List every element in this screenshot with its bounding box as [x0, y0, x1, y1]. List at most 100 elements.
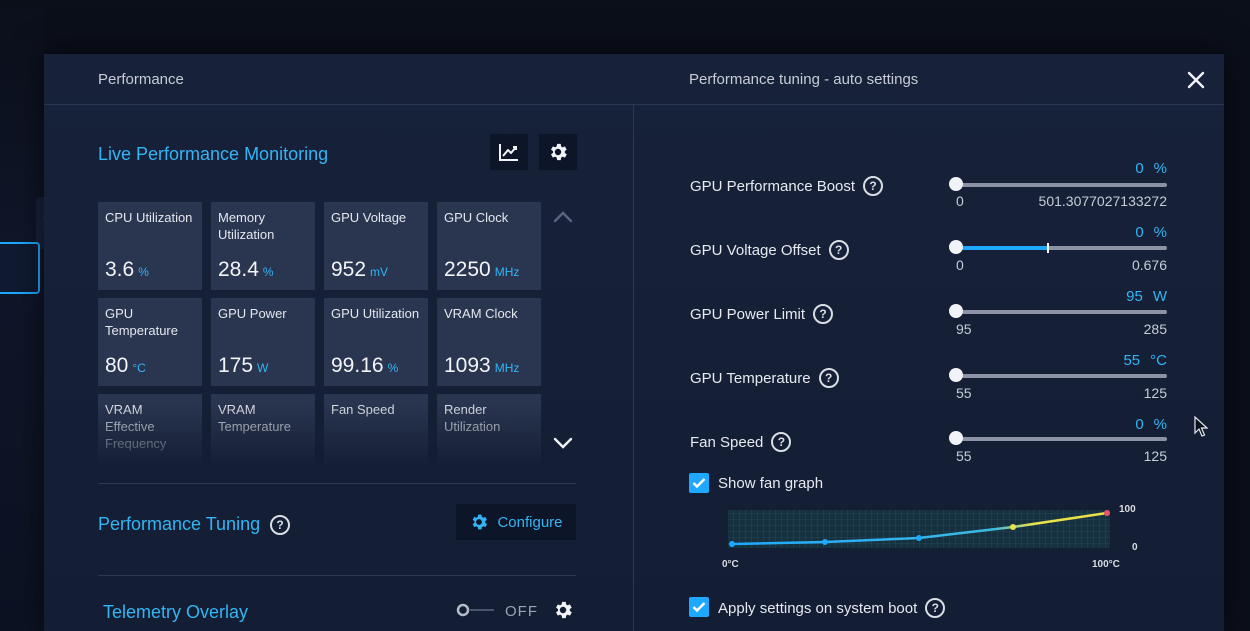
scroll-down-chevron-icon[interactable] — [553, 436, 573, 450]
fan-curve-point — [916, 535, 922, 541]
monitoring-settings-button[interactable] — [539, 134, 577, 170]
metric-tiles: CPU Utilization 3.6% Memory Utilization … — [98, 202, 546, 466]
tile-value: 175 W — [218, 354, 269, 377]
fan-graph-x-max: 100°C — [1092, 559, 1120, 570]
fan-label-row: Fan Speed ? — [690, 432, 792, 452]
tile-label: CPU Utilization — [105, 210, 193, 225]
slider-thumb[interactable] — [949, 240, 963, 254]
tile-fan-speed[interactable]: Fan Speed — [324, 394, 428, 466]
help-icon[interactable]: ? — [925, 598, 946, 618]
tile-vram-temperature[interactable]: VRAM Temperature — [211, 394, 315, 466]
tile-gpu-voltage[interactable]: GPU Voltage 952 mV — [324, 202, 428, 290]
tuning-title: Performance Tuning — [98, 514, 261, 534]
temperature-label-row: GPU Temperature ? — [690, 368, 839, 388]
voltage-label: GPU Voltage Offset — [690, 241, 821, 259]
tile-label: GPU Temperature — [105, 306, 178, 338]
configure-label: Configure — [497, 513, 563, 531]
fan-label: Fan Speed — [690, 433, 764, 451]
header-title-performance: Performance — [98, 71, 184, 88]
tile-gpu-utilization[interactable]: GPU Utilization 99.16% — [324, 298, 428, 386]
slider-thumb[interactable] — [949, 431, 963, 445]
checkmark-icon — [692, 478, 706, 489]
scroll-up-chevron-icon[interactable] — [553, 210, 573, 224]
line-chart-icon — [499, 144, 518, 161]
help-icon[interactable]: ? — [863, 176, 884, 196]
temperature-max: 125 — [1143, 385, 1167, 401]
power-label-row: GPU Power Limit ? — [690, 304, 834, 324]
boost-current-value: 0% — [1135, 160, 1167, 177]
gear-icon — [551, 143, 567, 161]
tile-label: GPU Clock — [444, 210, 509, 225]
voltage-max: 0.676 — [1131, 257, 1167, 273]
tile-label: VRAM Effective Frequency — [105, 402, 167, 451]
temperature-label: GPU Temperature — [690, 369, 811, 387]
checkmark-icon — [692, 602, 706, 613]
tile-memory-utilization[interactable]: Memory Utilization 28.4% — [211, 202, 315, 290]
tile-label: GPU Voltage — [331, 210, 407, 225]
overlay-toggle[interactable] — [456, 603, 496, 617]
tile-label: Memory Utilization — [218, 210, 275, 242]
tile-label: GPU Utilization — [331, 306, 420, 321]
tile-value: 80 °C — [105, 354, 146, 377]
fan-curve-point — [1010, 524, 1016, 530]
overlay-toggle-label: OFF — [505, 603, 538, 620]
help-icon[interactable]: ? — [270, 514, 291, 535]
close-icon[interactable] — [1184, 68, 1208, 92]
fan-graph-y-max: 100 — [1119, 504, 1136, 515]
boost-slider[interactable] — [949, 177, 1167, 191]
boost-min: 0 — [956, 193, 964, 209]
panel-divider — [633, 105, 634, 631]
power-max: 285 — [1143, 321, 1167, 337]
fan-min: 55 — [956, 448, 972, 464]
gear-icon — [473, 514, 488, 530]
power-label: GPU Power Limit — [690, 305, 806, 323]
power-min: 95 — [956, 321, 972, 337]
performance-panel: Performance Performance tuning - auto se… — [44, 54, 1224, 631]
voltage-current-value: 0% — [1135, 224, 1167, 241]
tile-render-utilization[interactable]: Render Utilization — [437, 394, 541, 466]
slider-thumb[interactable] — [949, 304, 963, 318]
tile-value: 1093 MHz — [444, 354, 520, 377]
fan-graph-x-min: 0°C — [722, 559, 739, 570]
help-icon[interactable]: ? — [818, 368, 839, 388]
apply-on-boot-checkbox[interactable] — [689, 597, 709, 617]
slider-thumb[interactable] — [949, 368, 963, 382]
boost-label: GPU Performance Boost — [690, 177, 856, 195]
slider-thumb[interactable] — [949, 177, 963, 191]
tile-gpu-power[interactable]: GPU Power 175 W — [211, 298, 315, 386]
tile-cpu-utilization[interactable]: CPU Utilization 3.6% — [98, 202, 202, 290]
fan-curve-graph[interactable]: 100 0 0°C 100°C — [716, 502, 1146, 577]
tile-gpu-clock[interactable]: GPU Clock 2250 MHz — [437, 202, 541, 290]
tile-vram-effective-frequency[interactable]: VRAM Effective Frequency — [98, 394, 202, 466]
temperature-current-value: 55 °C — [1123, 352, 1167, 369]
tile-value: 99.16% — [331, 354, 399, 377]
tile-vram-clock[interactable]: VRAM Clock 1093 MHz — [437, 298, 541, 386]
help-icon[interactable]: ? — [771, 432, 792, 452]
overlay-title: Telemetry Overlay — [103, 602, 249, 622]
apply-on-boot-row: Apply settings on system boot ? — [718, 598, 946, 618]
fan-graph-y-min: 0 — [1132, 542, 1138, 553]
slider-tick — [1046, 243, 1049, 253]
boost-label-row: GPU Performance Boost ? — [690, 176, 884, 196]
fan-max: 125 — [1143, 448, 1167, 464]
boost-max: 501.3077027133272 — [1038, 193, 1167, 209]
tile-label: GPU Power — [218, 306, 287, 321]
voltage-min: 0 — [956, 257, 964, 273]
slider-fill — [956, 246, 1047, 250]
show-fan-graph-checkbox[interactable] — [689, 473, 709, 493]
power-slider[interactable] — [949, 304, 1167, 318]
tile-label: Fan Speed — [331, 402, 395, 417]
temperature-min: 55 — [956, 385, 972, 401]
panel-header: Performance Performance tuning - auto se… — [44, 54, 1224, 105]
tile-value: 28.4% — [218, 258, 274, 281]
help-icon[interactable]: ? — [813, 304, 834, 324]
power-current-value: 95 W — [1126, 288, 1167, 305]
chart-view-button[interactable] — [490, 134, 528, 170]
fan-slider[interactable] — [949, 431, 1167, 445]
voltage-slider[interactable] — [949, 240, 1167, 254]
configure-button[interactable]: Configure — [456, 504, 576, 540]
overlay-settings-button[interactable] — [548, 595, 578, 625]
help-icon[interactable]: ? — [828, 240, 849, 260]
tile-gpu-temperature[interactable]: GPU Temperature 80 °C — [98, 298, 202, 386]
temperature-slider[interactable] — [949, 368, 1167, 382]
